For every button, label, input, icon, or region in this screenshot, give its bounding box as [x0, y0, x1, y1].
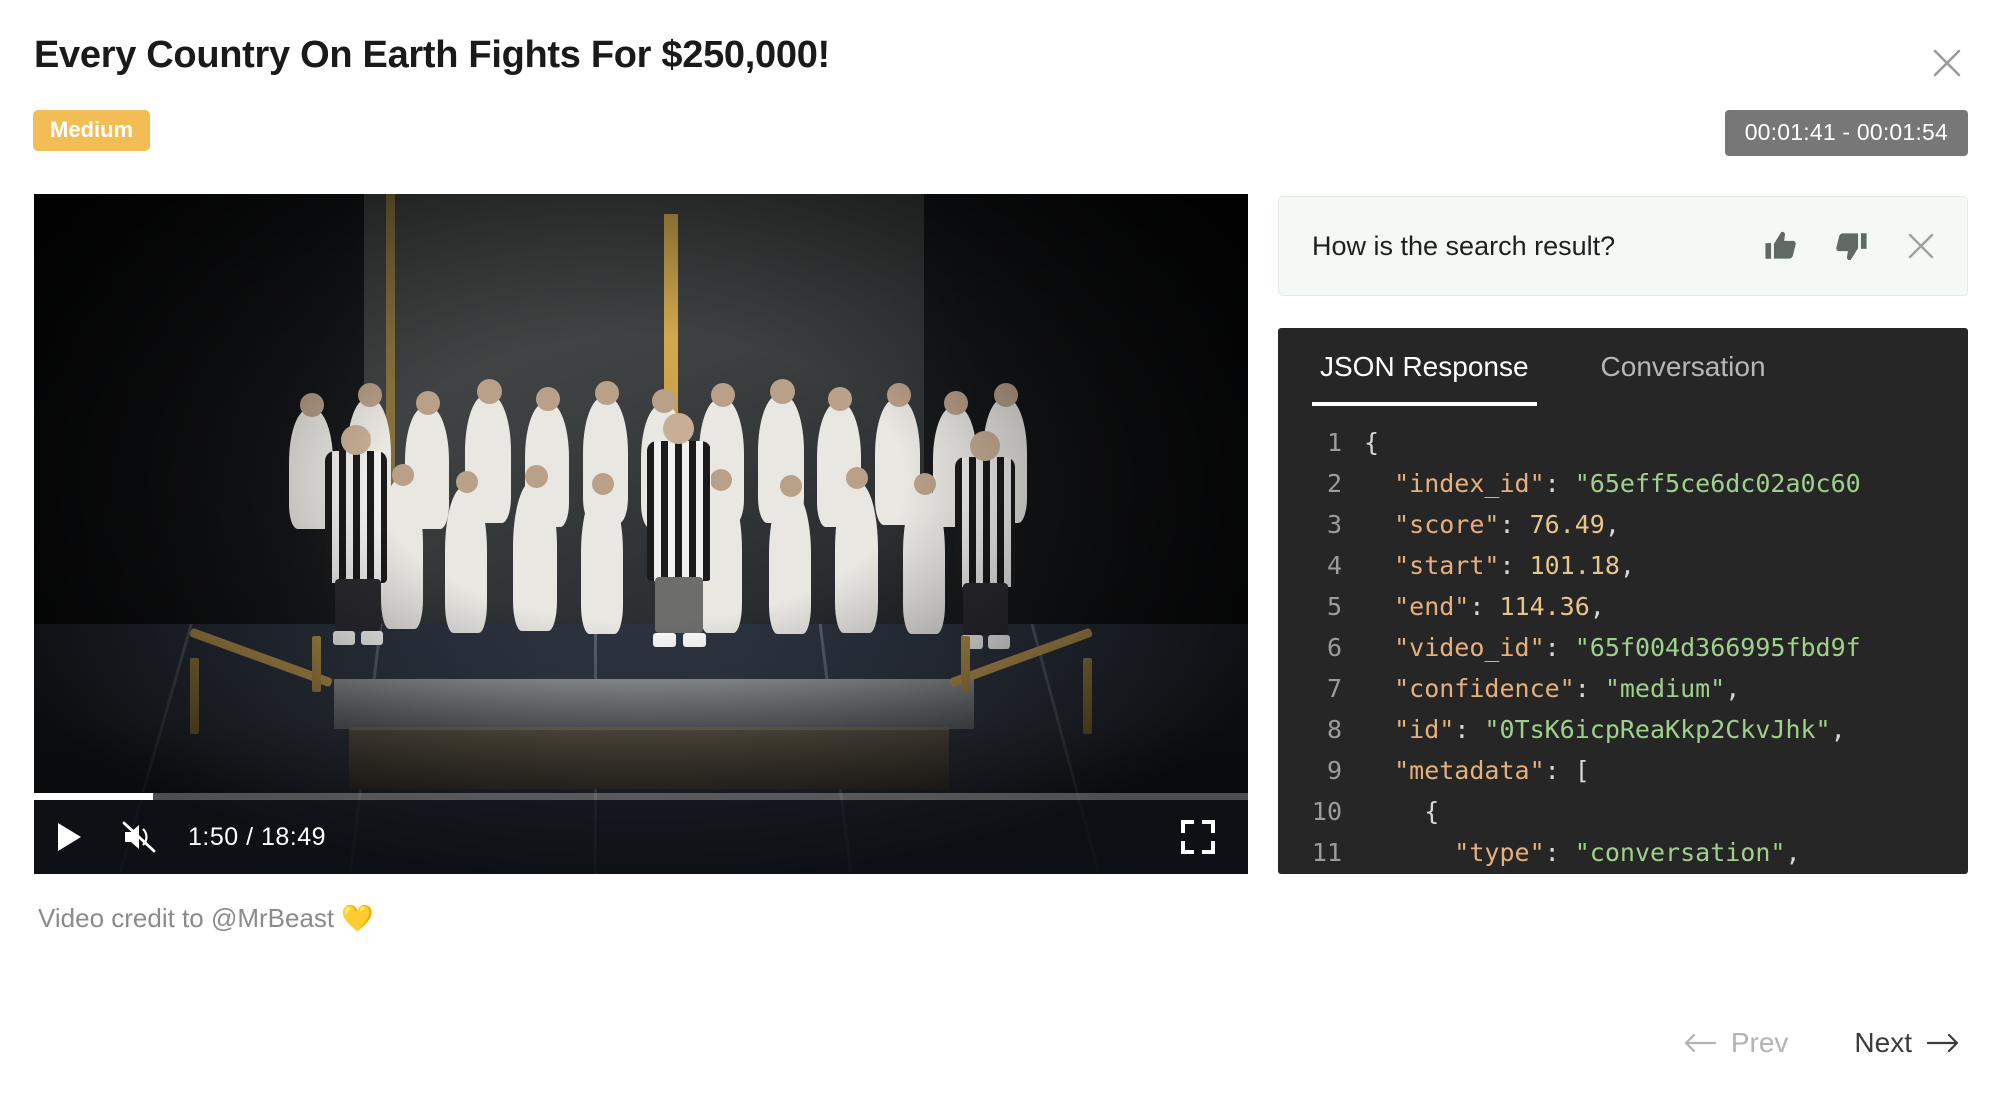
confidence-badge: Medium	[33, 110, 150, 151]
volume-muted-icon	[121, 820, 157, 854]
line-number: 11	[1278, 832, 1364, 873]
line-number: 3	[1278, 504, 1364, 545]
line-number: 10	[1278, 791, 1364, 832]
close-icon	[1930, 46, 1964, 80]
video-credit-text: Video credit to @MrBeast 💛	[38, 903, 374, 934]
line-number: 8	[1278, 709, 1364, 750]
feedback-bar: How is the search result?	[1278, 196, 1968, 296]
arrow-left-icon	[1683, 1031, 1717, 1055]
video-progress-bar[interactable]	[34, 793, 1248, 800]
pagination-nav: Prev Next	[1683, 1027, 1960, 1059]
tab-json-response[interactable]: JSON Response	[1312, 328, 1537, 406]
line-number: 2	[1278, 463, 1364, 504]
code-line: 5 "end": 114.36,	[1278, 586, 1968, 627]
prev-label: Prev	[1731, 1027, 1789, 1059]
time-range-badge: 00:01:41 - 00:01:54	[1725, 110, 1968, 156]
code-text: "metadata": [	[1364, 750, 1590, 791]
code-text: {	[1364, 422, 1379, 463]
tab-conversation[interactable]: Conversation	[1593, 328, 1774, 406]
next-label: Next	[1854, 1027, 1912, 1059]
video-progress-fill	[34, 793, 153, 800]
play-button[interactable]	[34, 800, 104, 874]
code-text: "id": "0TsK6icpReaKkp2CkvJhk",	[1364, 709, 1846, 750]
dismiss-feedback-button[interactable]	[1897, 222, 1945, 270]
video-controls: 1:50 / 18:49	[34, 800, 1248, 874]
response-tabs: JSON Response Conversation	[1278, 328, 1968, 406]
thumbs-down-button[interactable]	[1827, 222, 1875, 270]
json-code-viewer[interactable]: 1{2 "index_id": "65eff5ce6dc02a0c603 "sc…	[1278, 406, 1968, 873]
feedback-actions	[1757, 222, 1945, 270]
line-number: 5	[1278, 586, 1364, 627]
arrow-right-icon	[1926, 1031, 1960, 1055]
code-text: "confidence": "medium",	[1364, 668, 1740, 709]
code-line: 8 "id": "0TsK6icpReaKkp2CkvJhk",	[1278, 709, 1968, 750]
code-line: 10 {	[1278, 791, 1968, 832]
code-line: 2 "index_id": "65eff5ce6dc02a0c60	[1278, 463, 1968, 504]
prev-button[interactable]: Prev	[1683, 1027, 1789, 1059]
line-number: 4	[1278, 545, 1364, 586]
video-frame-image	[34, 194, 1248, 874]
line-number: 9	[1278, 750, 1364, 791]
line-number: 6	[1278, 627, 1364, 668]
code-text: "end": 114.36,	[1364, 586, 1605, 627]
code-text: "index_id": "65eff5ce6dc02a0c60	[1364, 463, 1861, 504]
code-line: 4 "start": 101.18,	[1278, 545, 1968, 586]
thumbs-up-button[interactable]	[1757, 222, 1805, 270]
fullscreen-icon	[1181, 820, 1215, 854]
code-line: 9 "metadata": [	[1278, 750, 1968, 791]
line-number: 1	[1278, 422, 1364, 463]
code-line: 6 "video_id": "65f004d366995fbd9f	[1278, 627, 1968, 668]
next-button[interactable]: Next	[1854, 1027, 1960, 1059]
response-panel: JSON Response Conversation 1{2 "index_id…	[1278, 328, 1968, 874]
play-icon	[58, 823, 81, 851]
close-icon	[1905, 230, 1937, 262]
mute-toggle-button[interactable]	[104, 800, 174, 874]
video-search-result-modal: Every Country On Earth Fights For $250,0…	[0, 0, 2000, 1099]
line-number: 7	[1278, 668, 1364, 709]
code-text: "video_id": "65f004d366995fbd9f	[1364, 627, 1861, 668]
video-player[interactable]: 1:50 / 18:49	[34, 194, 1248, 874]
thumbs-up-icon	[1764, 229, 1798, 263]
code-line: 3 "score": 76.49,	[1278, 504, 1968, 545]
code-text: {	[1364, 791, 1439, 832]
code-text: "type": "conversation",	[1364, 832, 1801, 873]
code-line: 1{	[1278, 422, 1968, 463]
code-text: "score": 76.49,	[1364, 504, 1620, 545]
code-text: "start": 101.18,	[1364, 545, 1635, 586]
fullscreen-button[interactable]	[1176, 815, 1220, 859]
code-line: 11 "type": "conversation",	[1278, 832, 1968, 873]
video-time-display: 1:50 / 18:49	[188, 823, 326, 852]
code-line: 7 "confidence": "medium",	[1278, 668, 1968, 709]
feedback-question: How is the search result?	[1312, 231, 1615, 262]
thumbs-down-icon	[1834, 229, 1868, 263]
page-title: Every Country On Earth Fights For $250,0…	[34, 34, 830, 77]
close-modal-button[interactable]	[1924, 40, 1970, 86]
